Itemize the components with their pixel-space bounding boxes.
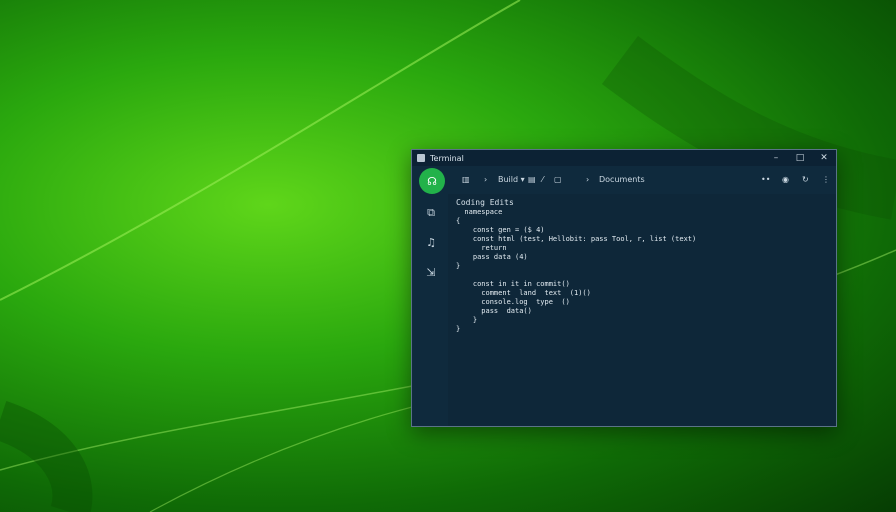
minimize-button[interactable]: –: [764, 150, 788, 166]
build-menu[interactable]: Build ▾: [498, 174, 525, 186]
close-button[interactable]: ✕: [812, 150, 836, 166]
chevron-right-icon-2: ›: [586, 175, 590, 184]
code-line: const in it in commit(): [456, 280, 570, 288]
square-icon[interactable]: ▢: [554, 174, 562, 186]
kebab-menu-icon[interactable]: ⋮: [822, 174, 830, 186]
explorer-icon[interactable]: ⧉: [424, 206, 438, 220]
app-icon: [417, 154, 425, 162]
music-icon[interactable]: ♫: [424, 236, 438, 250]
code-line: }: [456, 262, 461, 270]
list-icon[interactable]: ▤: [528, 174, 536, 186]
sidebar: ⧉ ♫ ⇲: [412, 194, 448, 426]
terminal-window: Terminal – □ ✕ ☊ ▥ › Build ▾ ▤ ⁄ ▢ › Doc…: [411, 149, 837, 427]
maximize-button[interactable]: □: [788, 150, 812, 166]
code-line: comment land text (1)(): [456, 289, 591, 297]
window-title: Terminal: [430, 153, 464, 163]
refresh-icon[interactable]: ↻: [802, 174, 809, 186]
editor-title: Coding Edits: [456, 198, 514, 207]
window-controls: – □ ✕: [764, 150, 836, 166]
code-line: namespace: [456, 208, 503, 216]
toolbar: ☊ ▥ › Build ▾ ▤ ⁄ ▢ › Documents •• ◉ ↻ ⋮: [412, 166, 836, 194]
code-line: }: [456, 316, 478, 324]
debug-icon[interactable]: ◉: [782, 174, 789, 186]
export-icon[interactable]: ⇲: [424, 266, 438, 280]
desktop: Terminal – □ ✕ ☊ ▥ › Build ▾ ▤ ⁄ ▢ › Doc…: [0, 0, 896, 512]
chevron-right-icon: ›: [484, 175, 488, 184]
code-editor[interactable]: Coding Edits namespace { const gen = ($ …: [448, 194, 836, 426]
code-line: pass data(): [456, 307, 532, 315]
code-line: }: [456, 325, 461, 333]
location-label[interactable]: Documents: [599, 174, 645, 186]
more-icon[interactable]: ••: [761, 174, 770, 186]
title-bar[interactable]: Terminal – □ ✕: [412, 150, 836, 166]
slash-icon[interactable]: ⁄: [542, 174, 543, 186]
code-line: const html (test, Hellobit: pass Tool, r…: [456, 235, 697, 243]
code-line: const gen = ($ 4): [456, 226, 545, 234]
avatar[interactable]: ☊: [419, 168, 445, 194]
code-line: {: [456, 217, 461, 225]
code-line: pass data (4): [456, 253, 528, 261]
code-line: console.log type (): [456, 298, 570, 306]
menu-icon[interactable]: ▥: [462, 174, 470, 186]
code-line: return: [456, 244, 507, 252]
